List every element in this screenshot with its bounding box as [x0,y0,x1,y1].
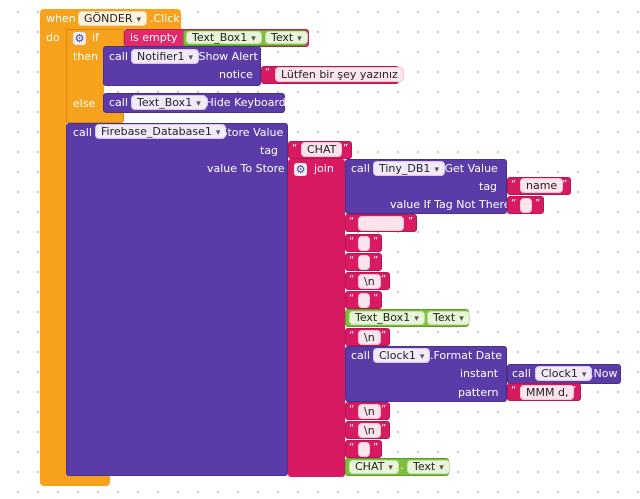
join-item-chat-dot: . [400,459,404,472]
quote-close-icon: ” [373,442,379,453]
tag-text-value[interactable]: CHAT [301,142,343,157]
event-component-dropdown[interactable]: GÖNDER [78,11,148,26]
else-label: else [73,97,96,110]
join-item-textbox-component-dropdown[interactable]: Text_Box1 [349,311,425,325]
clock-now-component-dropdown[interactable]: Clock1 [535,366,593,381]
quote-close-icon: ” [571,385,577,396]
quote-close-icon: ” [408,216,414,227]
join-item-empty-text-value[interactable] [358,216,404,231]
format-date-call-label: call [351,349,370,362]
quote-close-icon: ” [389,67,395,78]
format-date-method-label: .Format Date [430,349,503,362]
quote-open-icon: “ [511,385,517,396]
name-text-value[interactable]: name [520,178,564,193]
notice-text-value[interactable]: Lütfen bir şey yazınız [275,67,404,82]
event-body-left [40,28,66,484]
join-item-textbox-prop-dropdown[interactable]: Text [427,311,470,325]
join-item-newline-text-value[interactable]: \n [358,423,381,438]
gear-icon[interactable]: ⚙ [73,32,86,45]
quote-open-icon: “ [349,442,355,453]
quote-close-icon: ” [381,404,387,415]
then-label: then [73,50,99,63]
quote-open-icon: “ [349,255,355,266]
do-label: do [46,31,60,44]
quote-close-icon: ” [535,198,541,209]
get-value-method-label: .Get Value [441,162,498,175]
is-empty-label: is empty [130,31,178,44]
clock-now-method-label: .Now [590,367,618,380]
event-name-label: .Click [150,12,180,25]
hide-keyboard-component-dropdown[interactable]: Text_Box1 [131,95,207,110]
quote-close-icon: ” [373,255,379,266]
quote-close-icon: ” [381,330,387,341]
quote-close-icon: ” [343,143,349,154]
when-label: when [46,12,76,25]
quote-open-icon: “ [292,143,298,154]
quote-open-icon: “ [349,423,355,434]
hide-keyboard-method-label: .Hide Keyboard [202,96,286,109]
join-item-empty-text-value[interactable] [358,236,370,251]
notice-label: notice [219,68,253,81]
join-item-chat-component-dropdown[interactable]: CHAT [349,460,399,474]
textbox-dot: . [258,30,262,43]
quote-open-icon: “ [349,216,355,227]
join-item-textbox-dot: . [420,310,424,323]
quote-close-icon: ” [381,423,387,434]
quote-close-icon: ” [373,293,379,304]
join-item-newline-text-value[interactable]: \n [358,274,381,289]
quote-open-icon: “ [265,67,271,78]
quote-close-icon: ” [381,274,387,285]
value-if-tag-not-there-label: value If Tag Not There [390,198,511,211]
get-value-tag-label: tag [479,180,498,193]
gear-icon[interactable]: ⚙ [294,163,307,176]
firebase-component-dropdown[interactable]: Firebase_Database1 [95,124,227,139]
quote-open-icon: “ [349,236,355,247]
store-value-method-label: .Store Value [217,126,284,139]
quote-open-icon: “ [511,198,517,209]
quote-open-icon: “ [349,404,355,415]
quote-open-icon: “ [511,179,517,190]
pattern-text-value[interactable]: MMM d, [520,385,575,400]
format-date-component-dropdown[interactable]: Clock1 [373,348,431,363]
clock-now-call-label: call [512,367,531,380]
quote-close-icon: ” [562,179,568,190]
textbox-component-dropdown[interactable]: Text_Box1 [186,31,262,44]
notifier-component-dropdown[interactable]: Notifier1 [131,49,200,64]
join-item-empty-text-value[interactable] [358,442,370,457]
show-alert-call-label: call [109,50,128,63]
if-block-footer [66,113,124,123]
join-item-empty-text-value[interactable] [358,255,370,270]
textbox-prop-dropdown[interactable]: Text [265,31,308,44]
hide-keyboard-call-label: call [109,96,128,109]
value-to-store-label: value To Store [207,162,285,175]
tinydb-component-dropdown[interactable]: Tiny_DB1 [373,161,445,176]
quote-close-icon: ” [373,236,379,247]
quote-open-icon: “ [349,330,355,341]
join-item-newline-text-value[interactable]: \n [358,404,381,419]
join-block[interactable] [288,159,345,477]
pattern-label: pattern [458,386,499,399]
show-alert-method-label: .Show Alert [195,50,258,63]
join-label: join [314,162,334,175]
join-item-empty-text-value[interactable] [358,293,370,308]
store-value-call-label: call [73,126,92,139]
join-item-chat-prop-dropdown[interactable]: Text [407,460,450,474]
join-item-newline-text-value[interactable]: \n [358,330,381,345]
empty-default-text-value[interactable] [520,198,532,213]
instant-label: instant [460,367,499,380]
tag-label: tag [260,144,279,157]
quote-open-icon: “ [349,274,355,285]
get-value-call-label: call [351,162,370,175]
if-label: if [92,31,99,44]
quote-open-icon: “ [349,293,355,304]
